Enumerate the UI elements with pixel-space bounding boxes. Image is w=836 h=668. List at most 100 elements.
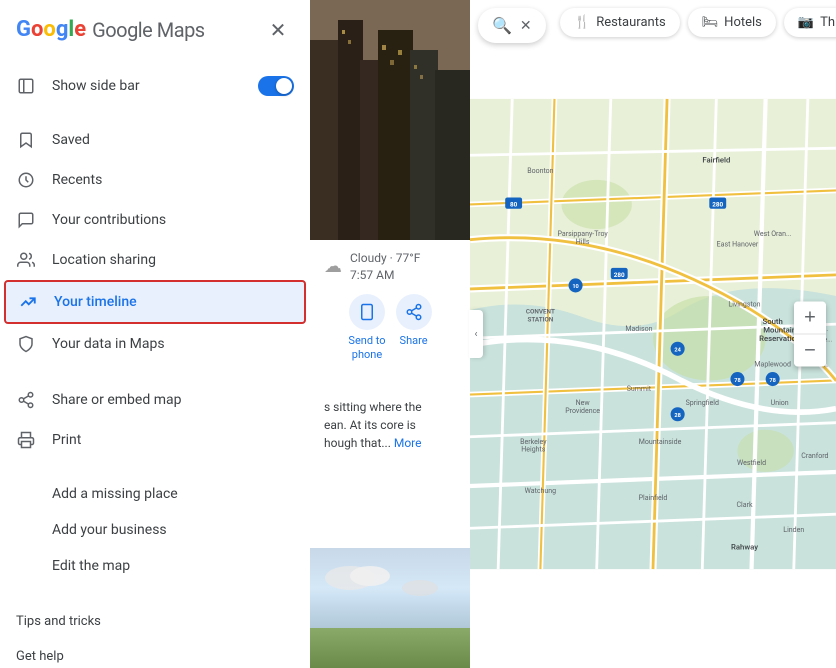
svg-text:Livingston: Livingston — [728, 300, 760, 309]
svg-text:Fairfield: Fairfield — [702, 155, 730, 164]
location-sharing-label: Location sharing — [52, 252, 156, 268]
show-sidebar-label-row: Show side bar — [16, 76, 140, 96]
maps-label: Google Maps — [92, 18, 205, 42]
share-section: Share or embed map Print — [0, 376, 310, 464]
description-text: s sitting where theean. At its core isho… — [324, 400, 422, 450]
weather-text: Cloudy · 77°F7:57 AM — [350, 250, 420, 284]
search-input-container[interactable]: 🔍 ✕ — [478, 8, 546, 43]
sidebar: Google Google Maps ✕ Show side bar — [0, 0, 310, 668]
svg-text:South: South — [763, 317, 783, 326]
share-label: Share — [400, 334, 428, 347]
svg-text:280: 280 — [712, 201, 723, 209]
things-to-do-chip[interactable]: 📷 Things to do — [784, 8, 836, 37]
svg-text:Boonton: Boonton — [527, 166, 553, 175]
print-icon — [16, 430, 36, 450]
sidebar-item-edit-map[interactable]: Edit the map — [0, 548, 310, 584]
send-to-phone-label: Send tophone — [348, 334, 385, 363]
print-label: Print — [52, 432, 81, 448]
sidebar-item-contributions[interactable]: Your contributions — [0, 200, 310, 240]
close-search-icon[interactable]: ✕ — [520, 18, 532, 34]
svg-text:Springfield: Springfield — [686, 398, 719, 407]
add-business-label: Add your business — [52, 522, 167, 538]
tips-tricks-link[interactable]: Tips and tricks — [0, 604, 310, 639]
share-embed-icon — [16, 390, 36, 410]
show-sidebar-text: Show side bar — [52, 78, 140, 94]
svg-text:24: 24 — [674, 348, 681, 354]
recents-label: Recents — [52, 172, 102, 188]
your-data-label: Your data in Maps — [52, 336, 165, 352]
zoom-out-button[interactable]: − — [794, 335, 826, 367]
svg-text:Maplewood: Maplewood — [754, 359, 791, 368]
sidebar-item-print[interactable]: Print — [0, 420, 310, 460]
google-maps-logo: Google Google Maps — [16, 18, 205, 42]
svg-text:Summit: Summit — [627, 384, 652, 393]
restaurants-label: Restaurants — [596, 15, 665, 30]
sidebar-header: Google Google Maps ✕ — [0, 0, 310, 56]
send-to-phone-button[interactable]: Send tophone — [348, 294, 385, 363]
svg-text:10: 10 — [572, 284, 578, 290]
edit-section: Add a missing place Add your business Ed… — [0, 472, 310, 588]
sidebar-toggle-icon — [16, 76, 36, 96]
svg-text:Plainfield: Plainfield — [639, 493, 668, 502]
map-search-bar: 🔍 ✕ — [478, 8, 546, 43]
sidebar-item-recents[interactable]: Recents — [0, 160, 310, 200]
zoom-in-button[interactable]: + — [794, 302, 826, 334]
your-timeline-icon — [18, 292, 38, 312]
svg-text:78: 78 — [769, 378, 775, 384]
restaurants-chip[interactable]: 🍴 Restaurants — [560, 8, 680, 37]
svg-text:Mountain: Mountain — [763, 326, 796, 335]
sidebar-item-add-business[interactable]: Add your business — [0, 512, 310, 548]
sidebar-item-saved[interactable]: Saved — [0, 120, 310, 160]
map-container[interactable]: 80 280 280 10 24 78 78 28 Boonton Fairfi… — [470, 0, 836, 668]
svg-text:Linden: Linden — [783, 525, 804, 534]
collapse-panel-button[interactable]: ‹ — [469, 310, 483, 358]
map-svg: 80 280 280 10 24 78 78 28 Boonton Fairfi… — [470, 0, 836, 668]
info-panel: ☁ Cloudy · 77°F7:57 AM Send tophone — [310, 240, 470, 372]
weather-row: ☁ Cloudy · 77°F7:57 AM — [324, 250, 456, 284]
restaurants-icon: 🍴 — [574, 15, 590, 30]
svg-text:Watchung: Watchung — [525, 486, 557, 495]
main-nav-section: Saved Recents Your contributions — [0, 116, 310, 368]
share-embed-label: Share or embed map — [52, 392, 181, 408]
sidebar-item-your-timeline[interactable]: Your timeline — [4, 280, 306, 324]
saved-icon — [16, 130, 36, 150]
google-logo-text: Google — [16, 19, 86, 41]
svg-text:28: 28 — [674, 413, 680, 419]
saved-label: Saved — [52, 132, 90, 148]
svg-text:Heights: Heights — [521, 445, 546, 454]
read-more-link[interactable]: More — [394, 436, 422, 450]
svg-text:78: 78 — [734, 378, 740, 384]
recents-icon — [16, 170, 36, 190]
svg-text:80: 80 — [510, 201, 518, 209]
building-photo — [310, 0, 470, 240]
svg-text:Hills: Hills — [576, 237, 590, 246]
sidebar-item-location-sharing[interactable]: Location sharing — [0, 240, 310, 280]
location-sharing-icon — [16, 250, 36, 270]
show-sidebar-toggle[interactable] — [258, 76, 294, 96]
show-sidebar-row: Show side bar — [0, 64, 310, 108]
svg-text:Rahway: Rahway — [731, 542, 758, 551]
map-area: ☁ Cloudy · 77°F7:57 AM Send tophone — [310, 0, 836, 668]
send-to-phone-icon-circle — [349, 294, 385, 330]
sidebar-item-add-missing-place[interactable]: Add a missing place — [0, 476, 310, 512]
action-row: Send tophone Share — [324, 294, 456, 363]
sidebar-item-your-data[interactable]: Your data in Maps — [0, 324, 310, 364]
svg-text:Cranford: Cranford — [801, 451, 828, 460]
hotels-chip[interactable]: 🛏 Hotels — [688, 8, 776, 37]
svg-text:East Hanover: East Hanover — [717, 240, 759, 249]
hotels-icon: 🛏 — [702, 15, 719, 30]
your-timeline-label: Your timeline — [54, 294, 137, 310]
svg-text:CONVENT: CONVENT — [526, 308, 555, 316]
filter-chips: 🍴 Restaurants 🛏 Hotels 📷 Things to do — [560, 8, 836, 37]
share-icon-circle — [396, 294, 432, 330]
svg-text:Clark: Clark — [736, 500, 752, 509]
sidebar-item-share-embed[interactable]: Share or embed map — [0, 380, 310, 420]
camera-icon: 📷 — [798, 15, 814, 30]
close-sidebar-button[interactable]: ✕ — [262, 14, 294, 46]
share-button[interactable]: Share — [396, 294, 432, 363]
bottom-links-section: Tips and tricks Get help Consumer inform… — [0, 596, 310, 668]
svg-text:280: 280 — [614, 271, 625, 279]
building-svg — [310, 0, 470, 240]
svg-text:STATION: STATION — [527, 315, 553, 323]
get-help-link[interactable]: Get help — [0, 639, 310, 668]
